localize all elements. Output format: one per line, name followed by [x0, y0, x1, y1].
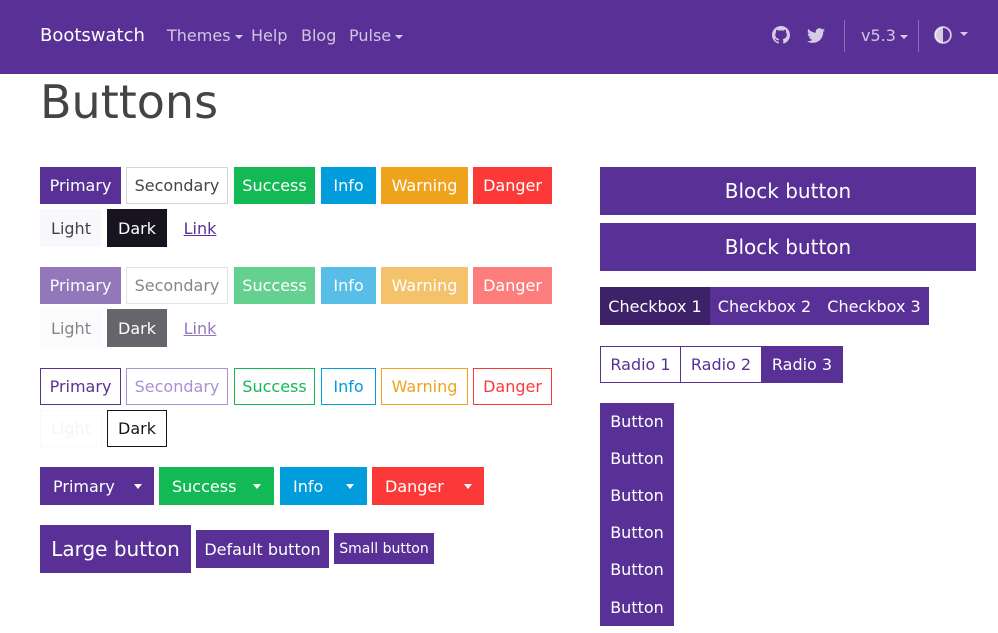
split-danger-button[interactable]: Danger — [372, 467, 452, 505]
nav-themes-dropdown[interactable]: Themes — [167, 26, 243, 45]
twitter-icon[interactable] — [807, 26, 825, 44]
vertical-group-button[interactable]: Button — [600, 551, 674, 588]
caret-down-icon — [346, 483, 354, 489]
split-success-toggle[interactable] — [240, 467, 274, 505]
nav-divider — [918, 20, 919, 52]
link-button-disabled: Link — [183, 318, 217, 338]
success-button[interactable]: Success — [234, 167, 315, 204]
split-primary-button[interactable]: Primary — [40, 467, 121, 505]
dark-button-disabled: Dark — [107, 309, 167, 347]
outline-success-button[interactable]: Success — [234, 368, 315, 405]
checkbox-2-button[interactable]: Checkbox 2 — [710, 287, 819, 325]
secondary-button[interactable]: Secondary — [126, 167, 228, 204]
github-icon[interactable] — [772, 26, 790, 44]
danger-button-disabled: Danger — [473, 267, 552, 304]
split-info-toggle[interactable] — [333, 467, 367, 505]
info-button-disabled: Info — [321, 267, 376, 304]
link-button[interactable]: Link — [173, 209, 227, 247]
nav-blog[interactable]: Blog — [301, 26, 336, 45]
caret-down-icon — [960, 31, 969, 36]
light-button-disabled: Light — [40, 309, 102, 347]
split-primary-toggle[interactable] — [121, 467, 154, 505]
caret-down-icon — [899, 34, 908, 39]
light-button[interactable]: Light — [40, 209, 102, 247]
split-danger-toggle[interactable] — [452, 467, 484, 505]
checkbox-3-button[interactable]: Checkbox 3 — [819, 287, 929, 325]
dark-button[interactable]: Dark — [107, 209, 167, 247]
primary-button-disabled: Primary — [40, 267, 121, 304]
success-button-disabled: Success — [234, 267, 315, 304]
outline-secondary-button[interactable]: Secondary — [126, 368, 228, 405]
outline-warning-button[interactable]: Warning — [381, 368, 468, 405]
navbar: Bootswatch Themes Help Blog Pulse v5.3 — [0, 0, 998, 74]
theme-toggle-icon — [934, 26, 952, 44]
warning-button[interactable]: Warning — [381, 167, 468, 204]
caret-down-icon — [234, 34, 243, 39]
radio-2-button[interactable]: Radio 2 — [680, 346, 762, 383]
nav-pulse-dropdown[interactable]: Pulse — [349, 26, 404, 45]
outline-info-button[interactable]: Info — [321, 368, 376, 405]
outline-primary-button[interactable]: Primary — [40, 368, 121, 405]
split-info-button[interactable]: Info — [280, 467, 333, 505]
primary-button[interactable]: Primary — [40, 167, 121, 204]
outline-light-button[interactable]: Light — [40, 410, 102, 447]
page-title: Buttons — [40, 75, 219, 129]
checkbox-1-button[interactable]: Checkbox 1 — [600, 287, 710, 325]
radio-1-button[interactable]: Radio 1 — [600, 346, 681, 383]
nav-divider — [844, 20, 845, 52]
theme-toggle-dropdown[interactable] — [934, 26, 969, 48]
version-dropdown[interactable]: v5.3 — [861, 26, 908, 45]
caret-down-icon — [253, 483, 261, 489]
warning-button-disabled: Warning — [381, 267, 468, 304]
outline-danger-button[interactable]: Danger — [473, 368, 552, 405]
secondary-button-disabled: Secondary — [126, 267, 228, 304]
split-success-button[interactable]: Success — [159, 467, 240, 505]
vertical-group-button[interactable]: Button — [600, 403, 674, 440]
caret-down-icon — [395, 34, 404, 39]
large-button[interactable]: Large button — [40, 525, 191, 573]
vertical-group-button[interactable]: Button — [600, 514, 674, 551]
vertical-group-button[interactable]: Button — [600, 588, 674, 626]
outline-dark-button[interactable]: Dark — [107, 410, 167, 447]
brand-link[interactable]: Bootswatch — [40, 25, 145, 46]
caret-down-icon — [464, 483, 472, 489]
vertical-group-button[interactable]: Button — [600, 440, 674, 477]
caret-down-icon — [133, 483, 142, 489]
block-button[interactable]: Block button — [600, 167, 976, 215]
radio-3-button[interactable]: Radio 3 — [761, 346, 843, 383]
vertical-group-button[interactable]: Button — [600, 477, 674, 514]
block-button[interactable]: Block button — [600, 223, 976, 271]
default-button[interactable]: Default button — [196, 530, 329, 568]
small-button[interactable]: Small button — [334, 533, 434, 564]
nav-help[interactable]: Help — [251, 26, 287, 45]
info-button[interactable]: Info — [321, 167, 376, 204]
danger-button[interactable]: Danger — [473, 167, 552, 204]
